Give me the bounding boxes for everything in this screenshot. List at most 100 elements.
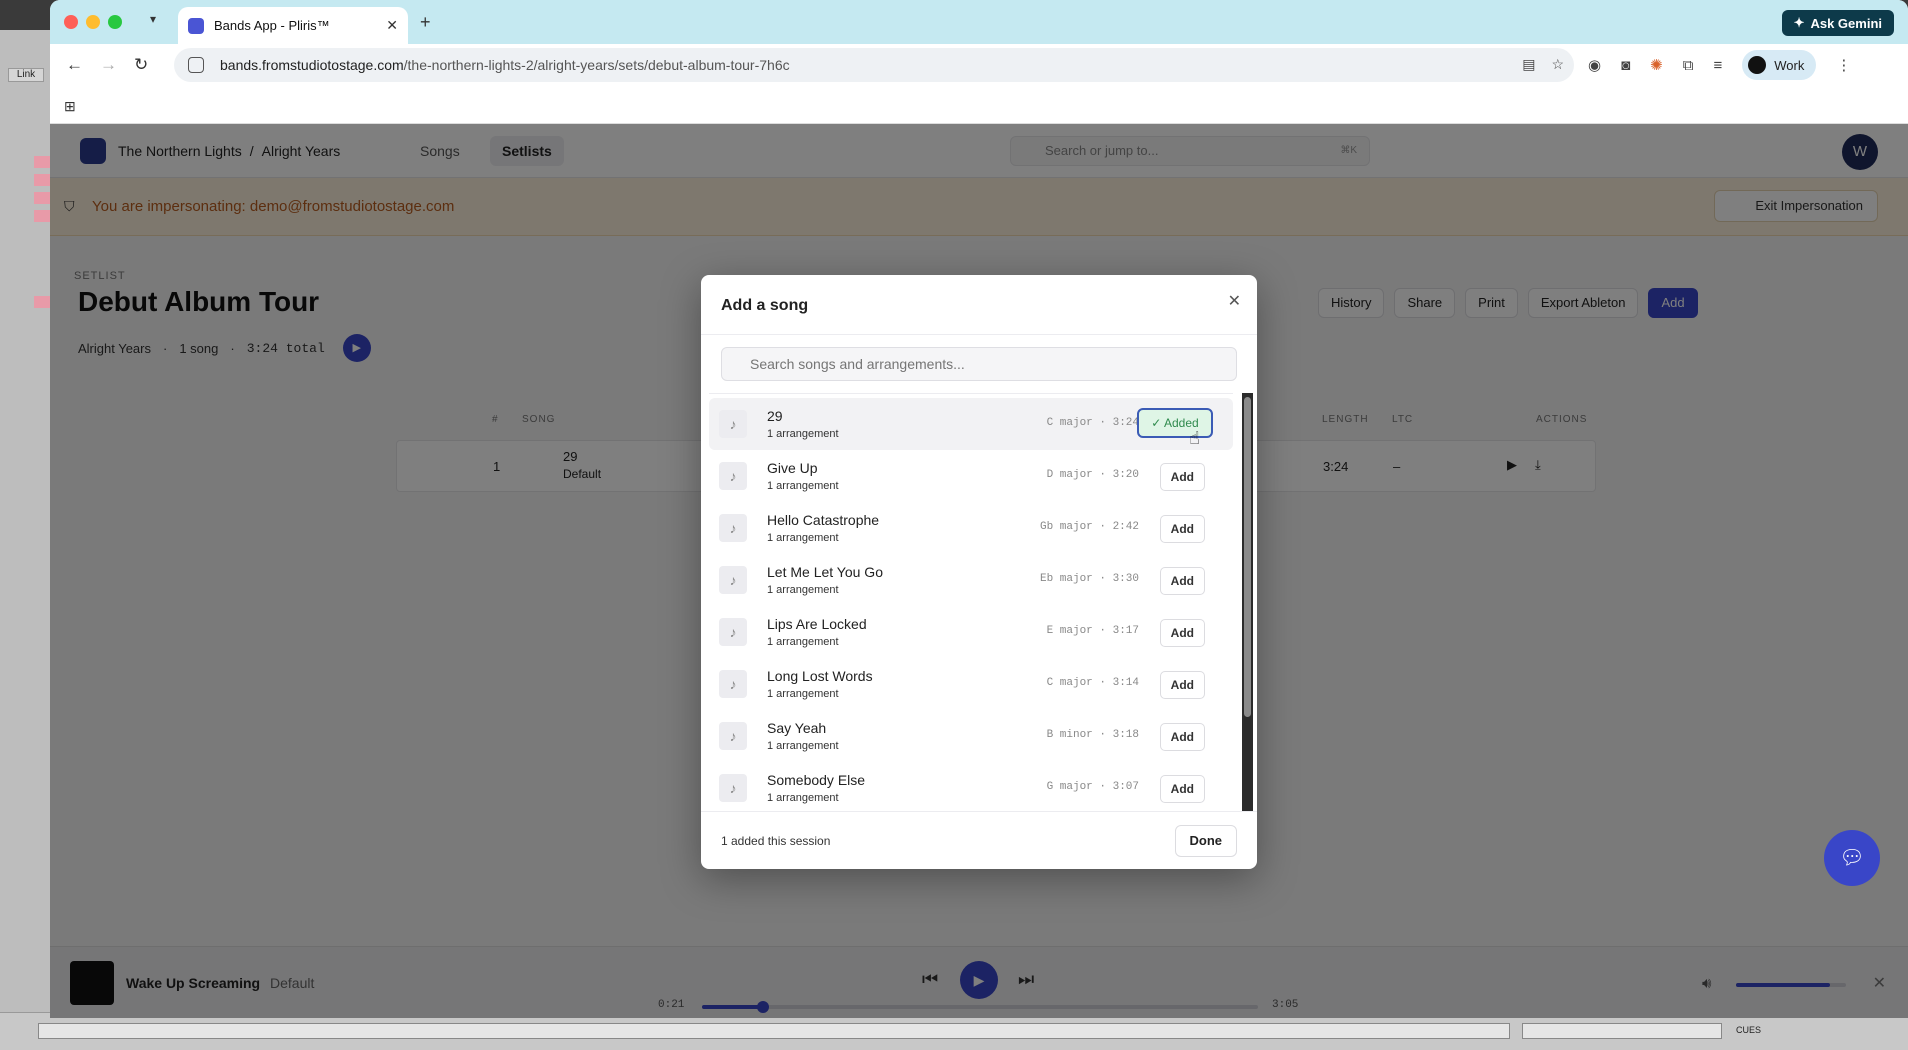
song-arrangements: 1 arrangement <box>767 792 839 804</box>
reload-icon[interactable]: ↻ <box>134 55 148 75</box>
forward-icon[interactable]: → <box>100 55 117 75</box>
browser-tab[interactable]: Bands App - Pliris™ ✕ <box>178 7 408 44</box>
claude-extension-icon[interactable]: ✺ <box>1650 56 1663 74</box>
music-note-icon: ♪ <box>719 410 747 438</box>
apps-grid-icon[interactable]: ⊞ <box>64 98 76 115</box>
profile-label: Work <box>1774 57 1805 73</box>
song-name: 29 <box>767 408 783 424</box>
close-window-button[interactable] <box>64 15 78 29</box>
add-song-button[interactable]: Add <box>1159 619 1205 647</box>
chevron-down-icon[interactable]: ▾ <box>150 12 156 26</box>
favicon-icon <box>188 17 204 34</box>
list-item[interactable]: ♪ 29 1 arrangement C major · 3:24 ✓ Added <box>709 398 1233 450</box>
daw-overview-bar <box>1522 1023 1722 1039</box>
back-icon[interactable]: ← <box>66 55 83 75</box>
password-manager-icon[interactable]: ◉ <box>1588 56 1601 74</box>
minimize-window-button[interactable] <box>86 15 100 29</box>
profile-avatar <box>1748 56 1767 74</box>
close-icon[interactable]: ✕ <box>386 17 398 34</box>
dialog-title: Add a song <box>721 297 809 314</box>
song-key-length: Gb major · 2:42 <box>1039 521 1139 533</box>
song-key-length: D major · 3:20 <box>1046 469 1139 481</box>
reader-mode-icon[interactable]: ▤ <box>1522 56 1535 73</box>
music-note-icon: ♪ <box>719 566 747 594</box>
daw-clip <box>34 192 50 204</box>
tab-bar: ▾ Bands App - Pliris™ ✕ + ✦ Ask Gemini <box>50 0 1908 44</box>
daw-clip <box>34 210 50 222</box>
add-song-button[interactable]: Add <box>1159 567 1205 595</box>
list-item[interactable]: ♪ Somebody Else 1 arrangement G major · 3:0… <box>709 762 1233 811</box>
ask-gemini-button[interactable]: ✦ Ask Gemini <box>1781 10 1894 36</box>
done-button[interactable]: Done <box>1174 825 1237 857</box>
daw-clip <box>34 174 50 186</box>
music-note-icon: ♪ <box>719 722 747 750</box>
media-control-icon[interactable]: ≡ <box>1713 57 1722 74</box>
url-path: /the-northern-lights-2/alright-years/set… <box>403 57 790 73</box>
dialog-footer: 1 added this session Done <box>701 811 1257 869</box>
chat-button[interactable]: 💬︎ <box>1824 830 1880 886</box>
song-arrangements: 1 arrangement <box>767 428 839 440</box>
sparkle-icon: ✦ <box>1793 15 1805 30</box>
song-list: ♪ 29 1 arrangement C major · 3:24 ✓ Added ♪ Gi… <box>709 393 1233 811</box>
browser-toolbar: ← → ↻ bands.fromstudiotostage.com/the-no… <box>50 44 1908 86</box>
more-menu-icon[interactable]: ⋮ <box>1836 56 1851 74</box>
song-name: Let Me Let You Go <box>767 564 883 580</box>
add-song-dialog: Add a song ✕ ⚲ ♪291 arrangementC major ·… <box>701 275 1257 869</box>
address-bar[interactable]: bands.fromstudiotostage.com/the-northern… <box>174 48 1574 82</box>
close-icon[interactable]: ✕ <box>1228 291 1241 311</box>
daw-arrangement-bar <box>38 1023 1510 1039</box>
extension-icons: ◉ ◙ ✺ ⧉ ≡ Work ⋮ <box>1588 44 1851 86</box>
add-song-button[interactable]: Add <box>1159 463 1205 491</box>
song-arrangements: 1 arrangement <box>767 480 839 492</box>
song-name: Long Lost Words <box>767 668 873 684</box>
profile-button[interactable]: Work <box>1742 50 1817 80</box>
list-scrollbar[interactable] <box>1242 393 1253 811</box>
camera-icon[interactable]: ◙ <box>1621 57 1630 74</box>
list-item[interactable]: ♪ Hello Catastrophe 1 arrangement Gb major … <box>709 502 1233 554</box>
song-name: Give Up <box>767 460 818 476</box>
music-note-icon: ♪ <box>719 618 747 646</box>
list-item[interactable]: ♪ Give Up 1 arrangement D major · 3:20 Add <box>709 450 1233 502</box>
song-arrangements: 1 arrangement <box>767 584 839 596</box>
star-icon[interactable]: ☆ <box>1551 56 1564 73</box>
music-note-icon: ♪ <box>719 462 747 490</box>
song-arrangements: 1 arrangement <box>767 688 839 700</box>
daw-link-button[interactable]: Link <box>8 68 44 82</box>
song-name: Lips Are Locked <box>767 616 867 632</box>
song-key-length: B minor · 3:18 <box>1046 729 1139 741</box>
song-key-length: E major · 3:17 <box>1046 625 1139 637</box>
list-item[interactable]: ♪ Let Me Let You Go 1 arrangement Eb major … <box>709 554 1233 606</box>
song-key-length: Eb major · 3:30 <box>1039 573 1139 585</box>
song-arrangements: 1 arrangement <box>767 636 839 648</box>
scrollbar-thumb[interactable] <box>1244 397 1251 717</box>
daw-clip <box>34 156 50 168</box>
add-song-button[interactable]: Add <box>1159 775 1205 803</box>
added-button[interactable]: ✓ Added <box>1137 408 1213 438</box>
added-count: 1 added this session <box>721 834 831 848</box>
ask-gemini-label: Ask Gemini <box>1810 15 1882 31</box>
list-item[interactable]: ♪ Say Yeah 1 arrangement B minor · 3:18 Add <box>709 710 1233 762</box>
site-settings-icon[interactable] <box>188 57 204 73</box>
new-tab-button[interactable]: + <box>420 12 431 33</box>
url-host: bands.fromstudiotostage.com <box>220 57 404 73</box>
add-song-button[interactable]: Add <box>1159 723 1205 751</box>
song-name: Somebody Else <box>767 772 866 788</box>
song-key-length: C major · 3:14 <box>1046 677 1139 689</box>
song-arrangements: 1 arrangement <box>767 532 839 544</box>
zoom-window-button[interactable] <box>108 15 122 29</box>
mouse-cursor-icon: ☝︎ <box>1189 428 1200 448</box>
song-key-length: G major · 3:07 <box>1046 781 1139 793</box>
list-item[interactable]: ♪ Lips Are Locked 1 arrangement E major · 3… <box>709 606 1233 658</box>
add-song-button[interactable]: Add <box>1159 515 1205 543</box>
song-name: Say Yeah <box>767 720 827 736</box>
add-song-button[interactable]: Add <box>1159 671 1205 699</box>
song-arrangements: 1 arrangement <box>767 740 839 752</box>
daw-cues-label: CUES <box>1736 1025 1762 1035</box>
music-note-icon: ♪ <box>719 774 747 802</box>
tab-title: Bands App - Pliris™ <box>214 18 330 33</box>
daw-clip <box>34 296 50 308</box>
song-name: Hello Catastrophe <box>767 512 880 528</box>
extensions-icon[interactable]: ⧉ <box>1683 57 1694 74</box>
list-item[interactable]: ♪ Long Lost Words 1 arrangement C major · 3… <box>709 658 1233 710</box>
song-search-input[interactable] <box>721 347 1237 381</box>
